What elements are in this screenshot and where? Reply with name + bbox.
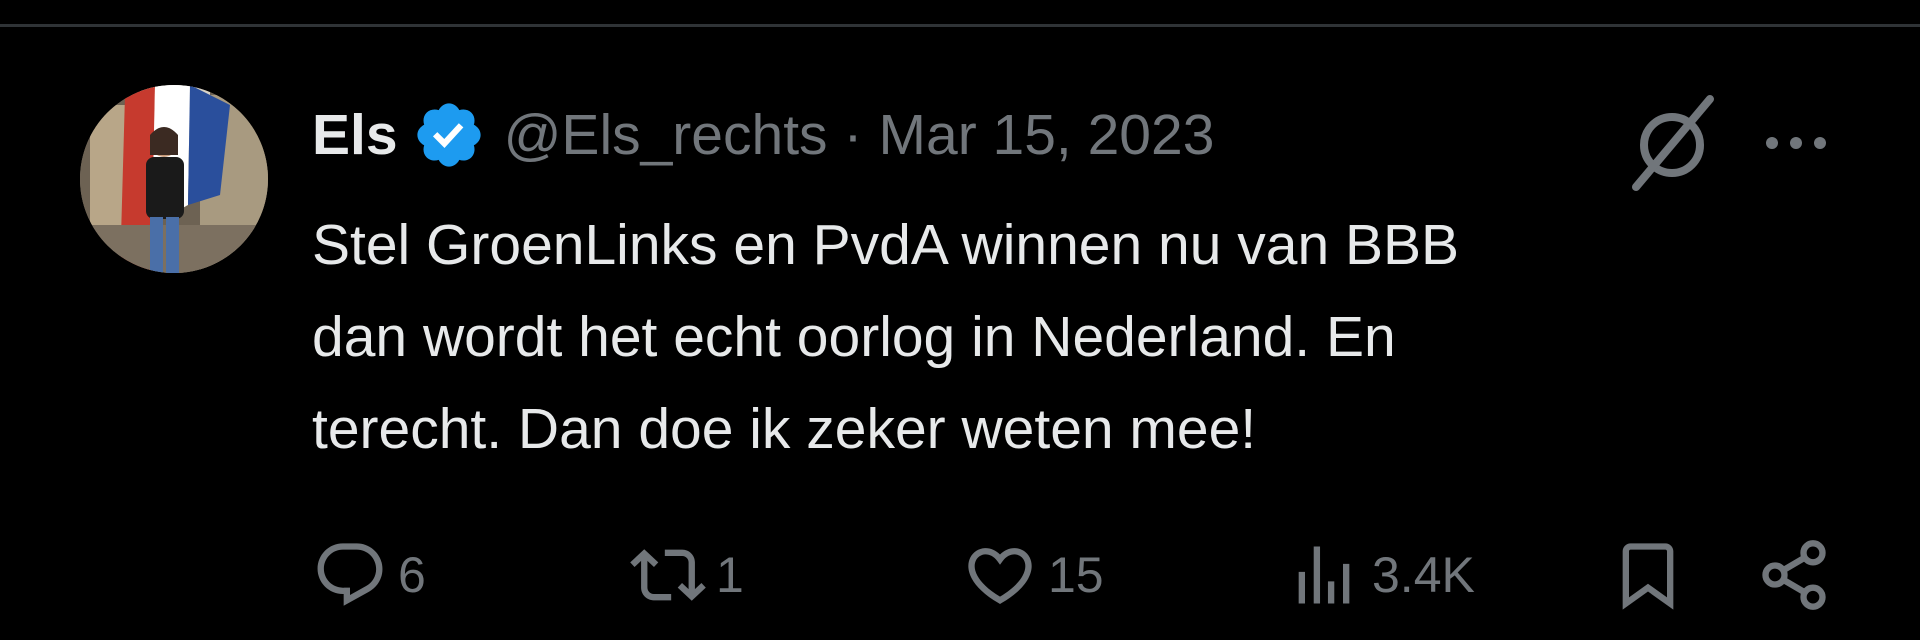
header-separator: ·	[843, 103, 863, 167]
like-count: 15	[1048, 547, 1104, 603]
views-icon	[1286, 537, 1362, 613]
reply-count: 6	[398, 547, 426, 603]
share-icon	[1756, 537, 1832, 613]
grok-icon[interactable]	[1628, 87, 1716, 197]
retweet-count: 1	[716, 547, 744, 603]
views-count: 3.4K	[1372, 547, 1475, 603]
tweet-header: Els @Els_rechts · Mar 15, 2023	[312, 95, 1214, 175]
bookmark-icon	[1610, 537, 1686, 613]
verified-badge-icon[interactable]	[412, 98, 486, 172]
tweet-timestamp[interactable]: Mar 15, 2023	[879, 102, 1215, 168]
tweet-text-line: Stel GroenLinks en PvdA winnen nu van BB…	[312, 213, 1460, 277]
avatar[interactable]	[80, 85, 268, 273]
tweet-text: Stel GroenLinks en PvdA winnen nu van BB…	[312, 199, 1792, 475]
retweet-button[interactable]: 1	[630, 527, 744, 623]
reply-button[interactable]: 6	[312, 527, 426, 623]
tweet-text-line: terecht. Dan doe ik zeker weten mee!	[312, 397, 1257, 461]
tweet-actions: 6 1 15 3.4K	[0, 527, 1920, 623]
like-button[interactable]: 15	[962, 527, 1104, 623]
retweet-icon	[630, 537, 706, 613]
tweet-text-line: dan wordt het echt oorlog in Nederland. …	[312, 305, 1396, 369]
like-icon	[962, 537, 1038, 613]
user-handle[interactable]: @Els_rechts	[504, 102, 828, 168]
share-button[interactable]	[1756, 527, 1832, 623]
display-name[interactable]: Els	[312, 102, 398, 168]
tweet[interactable]: Els @Els_rechts · Mar 15, 2023 Stel Groe…	[0, 27, 1920, 640]
views-button[interactable]: 3.4K	[1286, 527, 1475, 623]
bookmark-button[interactable]	[1610, 527, 1686, 623]
reply-icon	[312, 537, 388, 613]
more-options-icon[interactable]	[1758, 119, 1834, 167]
